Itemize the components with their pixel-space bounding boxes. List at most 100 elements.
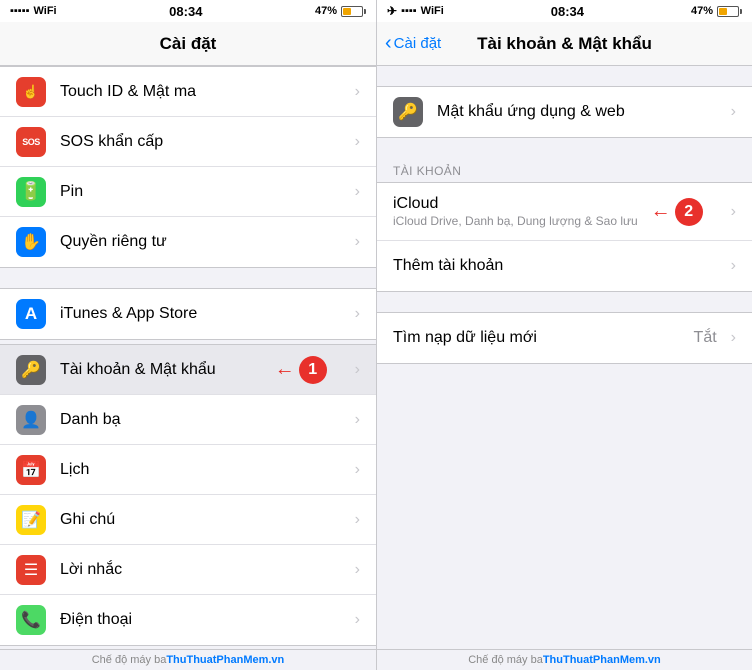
add-account-chevron: ›: [731, 257, 736, 275]
signal-icon-right: ▪▪▪▪: [401, 5, 417, 17]
right-item-add-account[interactable]: Thêm tài khoản ›: [377, 241, 752, 291]
sidebar-item-pin[interactable]: 🔋 Pin ›: [0, 167, 376, 217]
reminders-chevron: ›: [355, 561, 360, 579]
calendar-label: Lịch: [60, 461, 347, 479]
reminders-icon: ☰: [16, 555, 46, 585]
right-item-fetch[interactable]: Tìm nạp dữ liệu mới Tắt ›: [377, 313, 752, 363]
sos-icon: SOS: [16, 127, 46, 157]
reminders-label: Lời nhắc: [60, 561, 347, 579]
privacy-label: Quyền riêng tư: [60, 233, 347, 251]
right-nav-bar: ‹ Cài đặt Tài khoản & Mật khẩu: [377, 22, 752, 66]
sidebar-item-phone[interactable]: 📞 Điện thoại ›: [0, 595, 376, 645]
phone-label: Điện thoại: [60, 611, 347, 629]
accounts-icon: 🔑: [16, 355, 46, 385]
step1-badge: 1: [299, 356, 327, 384]
fetch-chevron: ›: [731, 329, 736, 347]
app-passwords-label: Mật khẩu ứng dụng & web: [437, 103, 723, 121]
right-watermark: Chế độ máy baThuThuatPhanMem.vn: [377, 649, 752, 670]
left-status-bar: ▪▪▪▪▪ WiFi 08:34 47%: [0, 0, 376, 22]
airplane-icon: ✈: [387, 4, 397, 18]
left-watermark: Chế độ máy baThuThuatPhanMem.vn: [0, 649, 376, 670]
phone-chevron: ›: [355, 611, 360, 629]
left-time: 08:34: [169, 4, 202, 19]
icloud-sublabel: iCloud Drive, Danh bạ, Dung lượng & Sao …: [393, 214, 651, 228]
back-chevron-icon: ‹: [385, 33, 392, 53]
right-time: 08:34: [551, 4, 584, 19]
contacts-chevron: ›: [355, 411, 360, 429]
left-scroll: ☝ Touch ID & Mật ma › SOS SOS khẩn cấp ›: [0, 66, 376, 649]
left-section-itunes: A iTunes & App Store ›: [0, 288, 376, 340]
contacts-icon: 👤: [16, 405, 46, 435]
step2-badge: 2: [675, 198, 703, 226]
sidebar-item-notes[interactable]: 📝 Ghi chú ›: [0, 495, 376, 545]
brand-right: ThuThuatPhanMem.vn: [543, 654, 661, 666]
right-section-accounts: TÀI KHOẢN iCloud iCloud Drive, Danh bạ, …: [377, 158, 752, 292]
sidebar-item-calendar[interactable]: 📅 Lịch ›: [0, 445, 376, 495]
sidebar-item-contacts[interactable]: 👤 Danh bạ ›: [0, 395, 376, 445]
right-item-icloud[interactable]: iCloud iCloud Drive, Danh bạ, Dung lượng…: [377, 183, 752, 241]
left-panel: ▪▪▪▪▪ WiFi 08:34 47% Cài đặt ☝ Touch ID …: [0, 0, 376, 670]
right-section-body-fetch: Tìm nạp dữ liệu mới Tắt ›: [377, 312, 752, 364]
left-section-body-top: ☝ Touch ID & Mật ma › SOS SOS khẩn cấp ›: [0, 66, 376, 268]
right-section-body-accounts: iCloud iCloud Drive, Danh bạ, Dung lượng…: [377, 182, 752, 292]
sidebar-item-accounts[interactable]: 🔑 Tài khoản & Mật khẩu ← 1 ›: [0, 345, 376, 395]
wifi-icon: WiFi: [34, 5, 57, 17]
icloud-chevron: ›: [731, 203, 736, 221]
accounts-label: Tài khoản & Mật khẩu: [60, 361, 275, 379]
back-label: Cài đặt: [394, 35, 442, 52]
touch-id-chevron: ›: [355, 83, 360, 101]
right-section-fetch: Tìm nạp dữ liệu mới Tắt ›: [377, 312, 752, 364]
left-status-left: ▪▪▪▪▪ WiFi: [10, 5, 57, 17]
sos-label: SOS khẩn cấp: [60, 133, 347, 151]
notes-chevron: ›: [355, 511, 360, 529]
accounts-section-header: TÀI KHOẢN: [377, 158, 752, 182]
left-nav-bar: Cài đặt: [0, 22, 376, 66]
right-status-right: 47%: [691, 5, 742, 17]
privacy-icon: ✋: [16, 227, 46, 257]
itunes-chevron: ›: [355, 305, 360, 323]
add-account-label: Thêm tài khoản: [393, 257, 723, 275]
contacts-label: Danh bạ: [60, 411, 347, 429]
fetch-value: Tắt: [694, 329, 717, 347]
calendar-chevron: ›: [355, 461, 360, 479]
right-nav-title: Tài khoản & Mật khẩu: [477, 34, 652, 54]
battery-icon-right: [717, 6, 742, 17]
pin-label: Pin: [60, 183, 347, 201]
left-section-body-accounts: 🔑 Tài khoản & Mật khẩu ← 1 › 👤 Danh: [0, 344, 376, 646]
sos-chevron: ›: [355, 133, 360, 151]
left-status-right: 47%: [315, 5, 366, 17]
sidebar-item-reminders[interactable]: ☰ Lời nhắc ›: [0, 545, 376, 595]
sidebar-item-touch-id[interactable]: ☝ Touch ID & Mật ma ›: [0, 67, 376, 117]
right-scroll: 🔑 Mật khẩu ứng dụng & web › TÀI KHOẢN iC…: [377, 66, 752, 649]
notes-label: Ghi chú: [60, 511, 347, 529]
back-button[interactable]: ‹ Cài đặt: [385, 34, 441, 53]
left-section-accounts: 🔑 Tài khoản & Mật khẩu ← 1 › 👤 Danh: [0, 344, 376, 646]
calendar-icon: 📅: [16, 455, 46, 485]
sidebar-item-sos[interactable]: SOS SOS khẩn cấp ›: [0, 117, 376, 167]
app-passwords-icon: 🔑: [393, 97, 423, 127]
step1-arrow: ←: [275, 358, 295, 381]
battery-pct-right: 47%: [691, 5, 713, 17]
left-section-top: ☝ Touch ID & Mật ma › SOS SOS khẩn cấp ›: [0, 66, 376, 268]
itunes-label: iTunes & App Store: [60, 305, 347, 323]
touch-id-icon: ☝: [16, 77, 46, 107]
icloud-label: iCloud: [393, 195, 651, 213]
itunes-icon: A: [16, 299, 46, 329]
privacy-chevron: ›: [355, 233, 360, 251]
sidebar-item-itunes[interactable]: A iTunes & App Store ›: [0, 289, 376, 339]
touch-id-label: Touch ID & Mật ma: [60, 83, 347, 101]
right-status-left: ✈ ▪▪▪▪ WiFi: [387, 4, 444, 18]
right-panel: ✈ ▪▪▪▪ WiFi 08:34 47% ‹ Cài đặt Tài khoả…: [376, 0, 752, 670]
pin-chevron: ›: [355, 183, 360, 201]
sidebar-item-privacy[interactable]: ✋ Quyền riêng tư ›: [0, 217, 376, 267]
pin-icon: 🔋: [16, 177, 46, 207]
right-item-app-passwords[interactable]: 🔑 Mật khẩu ứng dụng & web ›: [377, 87, 752, 137]
accounts-chevron: ›: [355, 361, 360, 379]
notes-icon: 📝: [16, 505, 46, 535]
app-passwords-chevron: ›: [731, 103, 736, 121]
right-section-body-password: 🔑 Mật khẩu ứng dụng & web ›: [377, 86, 752, 138]
wifi-icon-right: WiFi: [421, 5, 444, 17]
left-nav-title: Cài đặt: [160, 34, 217, 54]
right-status-bar: ✈ ▪▪▪▪ WiFi 08:34 47%: [377, 0, 752, 22]
phone-icon: 📞: [16, 605, 46, 635]
